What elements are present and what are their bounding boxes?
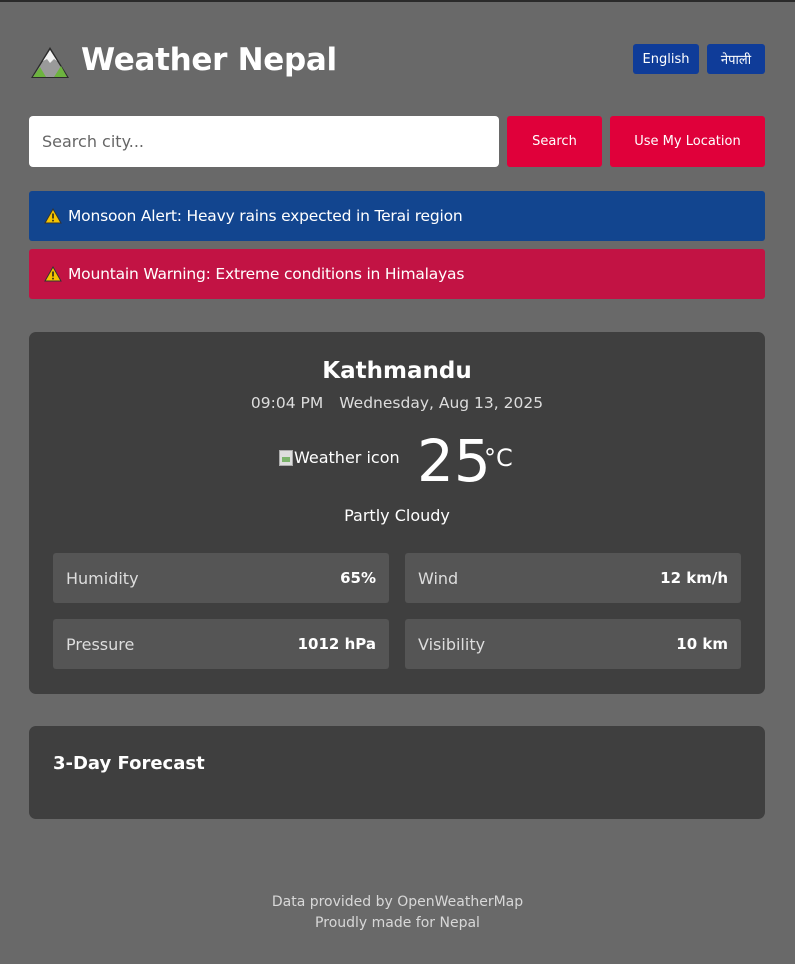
search-input[interactable]	[29, 116, 499, 167]
date-time: 09:04 PM Wednesday, Aug 13, 2025	[29, 394, 765, 412]
forecast-title: 3-Day Forecast	[53, 753, 205, 774]
stat-value: 10 km	[676, 635, 728, 653]
alert-text: Mountain Warning: Extreme conditions in …	[68, 265, 465, 283]
weather-icon: Weather icon	[279, 448, 400, 467]
language-english-button[interactable]: English	[633, 44, 699, 74]
broken-image-icon	[279, 449, 293, 466]
footer-attribution: Data provided by OpenWeatherMap	[271, 894, 524, 910]
monsoon-alert: Monsoon Alert: Heavy rains expected in T…	[29, 191, 765, 241]
warning-icon	[44, 208, 62, 224]
city-name: Kathmandu	[322, 358, 472, 384]
header: Weather Nepal English नेपाली	[29, 42, 765, 82]
stat-label: Humidity	[66, 568, 139, 588]
temperature-value: 25	[417, 427, 491, 495]
stat-label: Pressure	[66, 634, 135, 654]
app-title: Weather Nepal	[81, 42, 337, 78]
use-location-button[interactable]: Use My Location	[610, 116, 765, 167]
current-date: Wednesday, Aug 13, 2025	[339, 394, 544, 412]
stat-label: Visibility	[418, 634, 486, 654]
search-button[interactable]: Search	[507, 116, 602, 167]
search-bar: Search Use My Location	[29, 116, 765, 167]
pressure-stat: Pressure 1012 hPa	[53, 619, 389, 669]
mountain-alert: Mountain Warning: Extreme conditions in …	[29, 249, 765, 299]
footer-tagline: Proudly made for Nepal	[315, 915, 480, 931]
warning-icon	[44, 266, 62, 282]
current-weather-card: Kathmandu 09:04 PM Wednesday, Aug 13, 202…	[29, 332, 765, 694]
forecast-card: 3-Day Forecast	[29, 726, 765, 819]
temperature-unit: °C	[484, 444, 513, 472]
language-nepali-button[interactable]: नेपाली	[707, 44, 765, 74]
stat-value: 1012 hPa	[297, 635, 376, 653]
footer: Data provided by OpenWeatherMap Proudly …	[0, 892, 795, 934]
visibility-stat: Visibility 10 km	[405, 619, 741, 669]
stat-label: Wind	[418, 568, 459, 588]
weather-condition: Partly Cloudy	[344, 506, 450, 525]
stat-value: 12 km/h	[660, 569, 728, 587]
alert-text: Monsoon Alert: Heavy rains expected in T…	[68, 207, 463, 225]
current-time: 09:04 PM	[250, 394, 324, 412]
wind-stat: Wind 12 km/h	[405, 553, 741, 603]
mountain-icon	[31, 47, 69, 78]
humidity-stat: Humidity 65%	[53, 553, 389, 603]
stat-value: 65%	[340, 569, 376, 587]
